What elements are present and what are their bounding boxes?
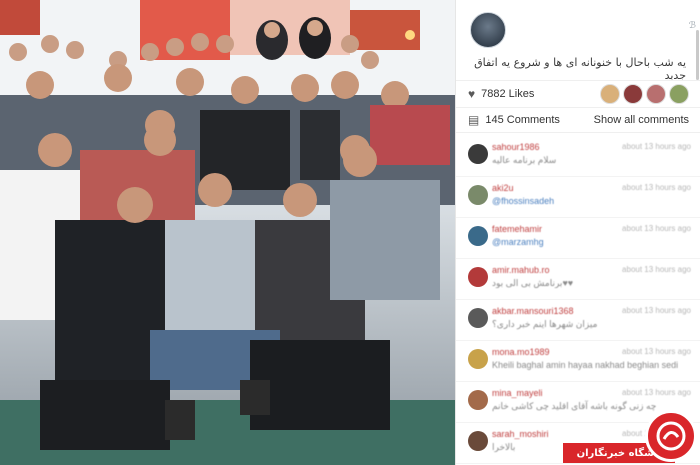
comment-text: چه زنی گونه باشه آقای اقلید چی کاشی خانم [492,401,657,411]
commenter-avatar[interactable] [468,226,488,246]
comment-icon: ▤ [468,113,480,127]
commenter-avatar[interactable] [468,349,488,369]
liker-avatar[interactable] [669,83,689,104]
group-photo-illustration [0,0,455,465]
comment-time: about 13 hours ago [622,224,691,233]
list-item: mona.mo1989 about 13 hours ago Kheili ba… [456,341,700,382]
comments-header: ▤ 145 Comments Show all comments [456,107,700,133]
show-all-comments-link[interactable]: Show all comments [594,114,689,126]
post-photo[interactable] [0,0,455,465]
liker-avatar[interactable] [646,83,666,104]
likes-count[interactable]: 7882 Likes [481,88,534,100]
comment-time: about 13 hours ago [622,347,691,356]
comment-text: سلام برنامه عالیه [492,155,557,165]
scrollbar[interactable] [696,30,699,80]
comment-time: about 13 hours ago [622,142,691,151]
liker-avatar[interactable] [623,83,643,104]
commenter-avatar[interactable] [468,144,488,164]
liker-avatars [600,83,689,104]
comment-time: about 13 hours ago [622,183,691,192]
comment-text: برنامش بی الی بود♥♥ [492,278,574,288]
post-details-panel: ℬ یه شب باحال با خنونانه ای ها و شروع یه… [455,0,700,465]
liker-avatar[interactable] [600,83,620,104]
comment-time: about 13 hours ago [622,306,691,315]
list-item: sahour1986 about 13 hours ago سلام برنام… [456,136,700,177]
list-item: aki2u about 13 hours ago @fhossinsadeh [456,177,700,218]
comment-text[interactable]: @fhossinsadeh [492,196,691,206]
commenter-avatar[interactable] [468,185,488,205]
comment-time: about 13 hours ago [622,265,691,274]
likes-row: ♥ 7882 Likes [456,80,700,106]
post-header: ℬ یه شب باحال با خنونانه ای ها و شروع یه… [456,0,700,90]
list-item: amir.mahub.ro about 13 hours ago برنامش … [456,259,700,300]
list-item: akbar.mansouri1368 about 13 hours ago می… [456,300,700,341]
post-caption: یه شب باحال با خنونانه ای ها و شروع یه ا… [474,56,686,82]
comment-text: Kheili baghal amin hayaa nakhad beghian … [492,360,679,370]
commenter-avatar[interactable] [468,390,488,410]
profile-avatar[interactable] [470,12,506,48]
comments-count: 145 Comments [485,114,560,126]
commenter-avatar[interactable] [468,431,488,451]
heart-icon[interactable]: ♥ [468,87,475,101]
commenter-avatar[interactable] [468,267,488,287]
list-item: fatemehamir about 13 hours ago @marzamhg [456,218,700,259]
watermark-logo-icon [645,410,697,462]
comment-time: about 13 hours ago [622,388,691,397]
comment-text: میزان شهرها اینم خبر داری؟ [492,319,598,329]
corner-glyph: ℬ [688,20,696,30]
comment-text[interactable]: @marzamhg [492,237,691,247]
commenter-avatar[interactable] [468,308,488,328]
